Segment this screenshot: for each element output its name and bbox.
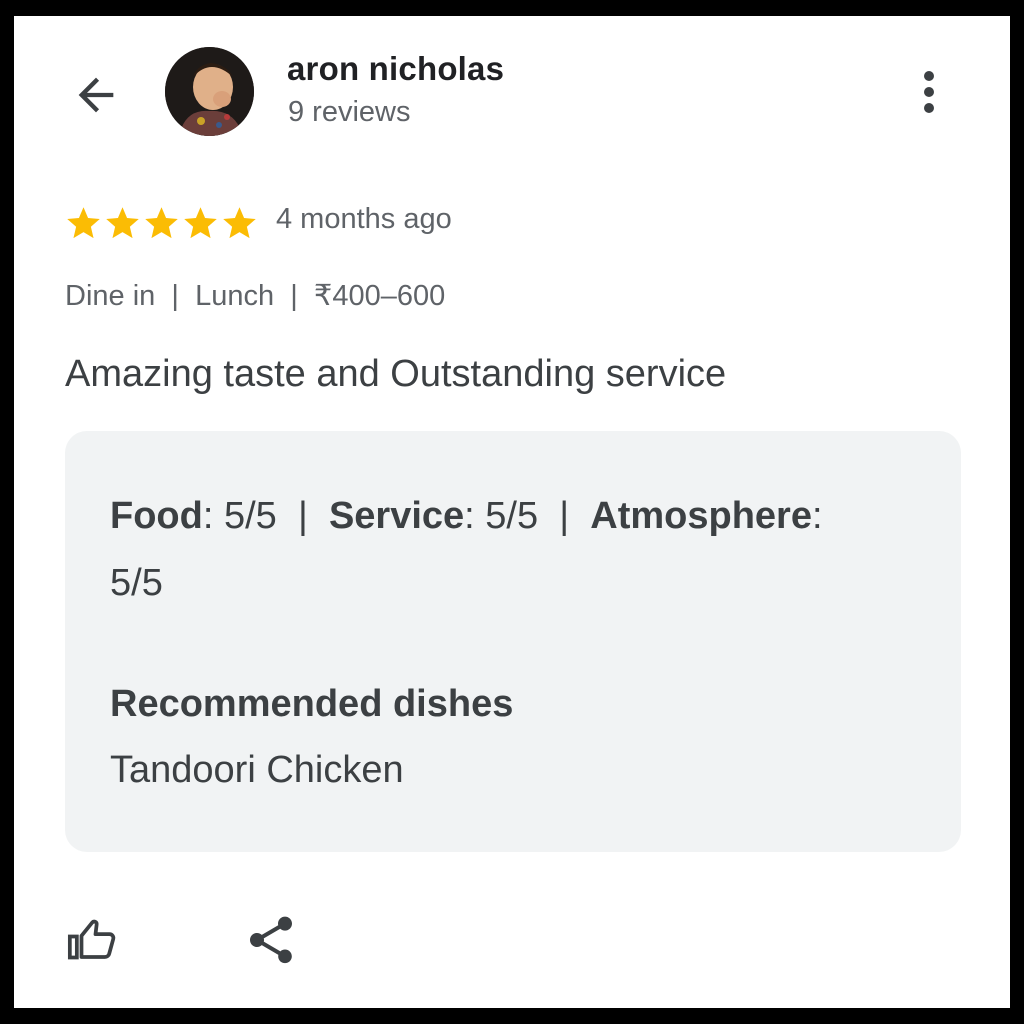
review-time: 4 months ago (276, 203, 452, 235)
avatar-photo (165, 47, 254, 136)
review-details-panel: Food: 5/5 | Service: 5/5 | Atmosphere: 5/… (65, 431, 961, 852)
service-value: : 5/5 (464, 495, 539, 537)
like-button[interactable] (64, 912, 124, 972)
recommended-dish: Tandoori Chicken (110, 749, 404, 791)
food-label: Food (110, 495, 203, 537)
star-icon (223, 207, 256, 239)
rating-separator: | (297, 495, 308, 537)
atmosphere-colon: : (811, 495, 823, 537)
meal-type: Lunch (195, 280, 275, 312)
service-label: Service (328, 495, 465, 537)
reviewer-name[interactable]: aron nicholas (287, 50, 504, 88)
category-ratings: Food: 5/5 | Service: 5/5 | Atmosphere: 5/… (110, 483, 930, 617)
atmosphere-value: 5/5 (110, 562, 163, 604)
price-range: ₹400–600 (313, 280, 446, 312)
avatar[interactable] (165, 47, 254, 136)
thumb-up-icon (67, 919, 116, 960)
star-icon (145, 207, 178, 239)
arrow-back-icon (78, 77, 114, 113)
recommended-dishes-title: Recommended dishes (110, 683, 514, 725)
share-button[interactable] (243, 912, 303, 972)
visit-meta: Dine in | Lunch | ₹400–600 (65, 278, 445, 313)
food-value: : 5/5 (202, 495, 277, 537)
share-icon (250, 916, 292, 964)
review-count[interactable]: 9 reviews (288, 96, 411, 129)
more-options-button[interactable] (904, 60, 954, 124)
meta-separator: | (171, 280, 179, 312)
rating-separator: | (559, 495, 570, 537)
meta-separator: | (290, 280, 298, 312)
review-text: Amazing taste and Outstanding service (65, 353, 727, 395)
star-icon (67, 207, 100, 239)
more-vert-icon (924, 71, 934, 113)
star-icon (184, 207, 217, 239)
star-rating (64, 204, 259, 243)
review-card: aron nicholas 9 reviews 4 months ago Din… (14, 16, 1010, 1008)
back-button[interactable] (56, 55, 136, 135)
star-icon (106, 207, 139, 239)
atmosphere-label: Atmosphere (590, 495, 812, 537)
dine-type: Dine in (65, 280, 156, 312)
